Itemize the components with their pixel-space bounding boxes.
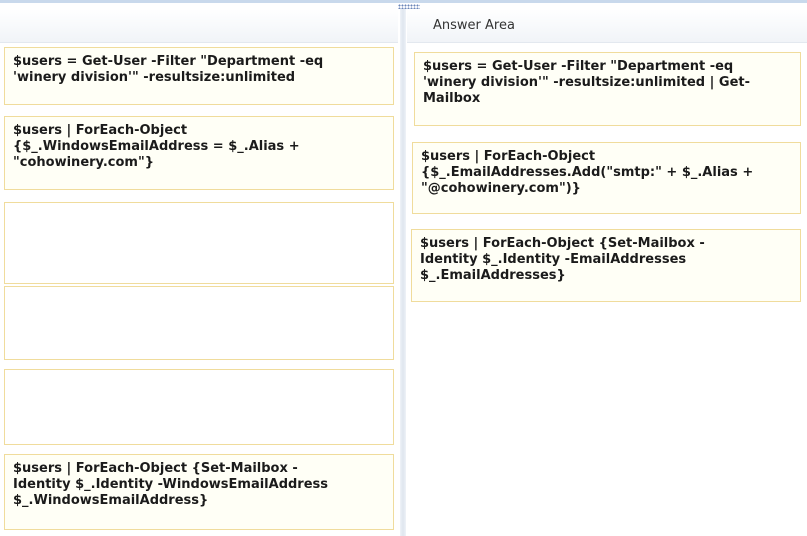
drag-drop-workspace: Answer Area $users = Get-User -Filter "D… bbox=[0, 0, 807, 536]
source-item-2[interactable]: $users | ForEach-Object {$_.WindowsEmail… bbox=[4, 116, 394, 190]
answer-item-3[interactable]: $users | ForEach-Object {Set-Mailbox - I… bbox=[411, 229, 801, 302]
answer-item-2[interactable]: $users | ForEach-Object {$_.EmailAddress… bbox=[412, 142, 801, 214]
source-slot-empty-3[interactable] bbox=[4, 369, 394, 445]
top-border bbox=[0, 0, 807, 3]
answer-item-1[interactable]: $users = Get-User -Filter "Department -e… bbox=[414, 52, 801, 126]
pane-divider bbox=[400, 9, 406, 536]
source-item-6[interactable]: $users | ForEach-Object {Set-Mailbox - I… bbox=[4, 454, 394, 530]
source-item-1[interactable]: $users = Get-User -Filter "Department -e… bbox=[4, 47, 394, 105]
source-slot-empty-1[interactable] bbox=[4, 202, 394, 284]
source-area-header bbox=[0, 9, 398, 43]
answer-area-header: Answer Area bbox=[407, 9, 807, 43]
source-slot-empty-2[interactable] bbox=[4, 286, 394, 360]
answer-area-title: Answer Area bbox=[433, 18, 515, 33]
